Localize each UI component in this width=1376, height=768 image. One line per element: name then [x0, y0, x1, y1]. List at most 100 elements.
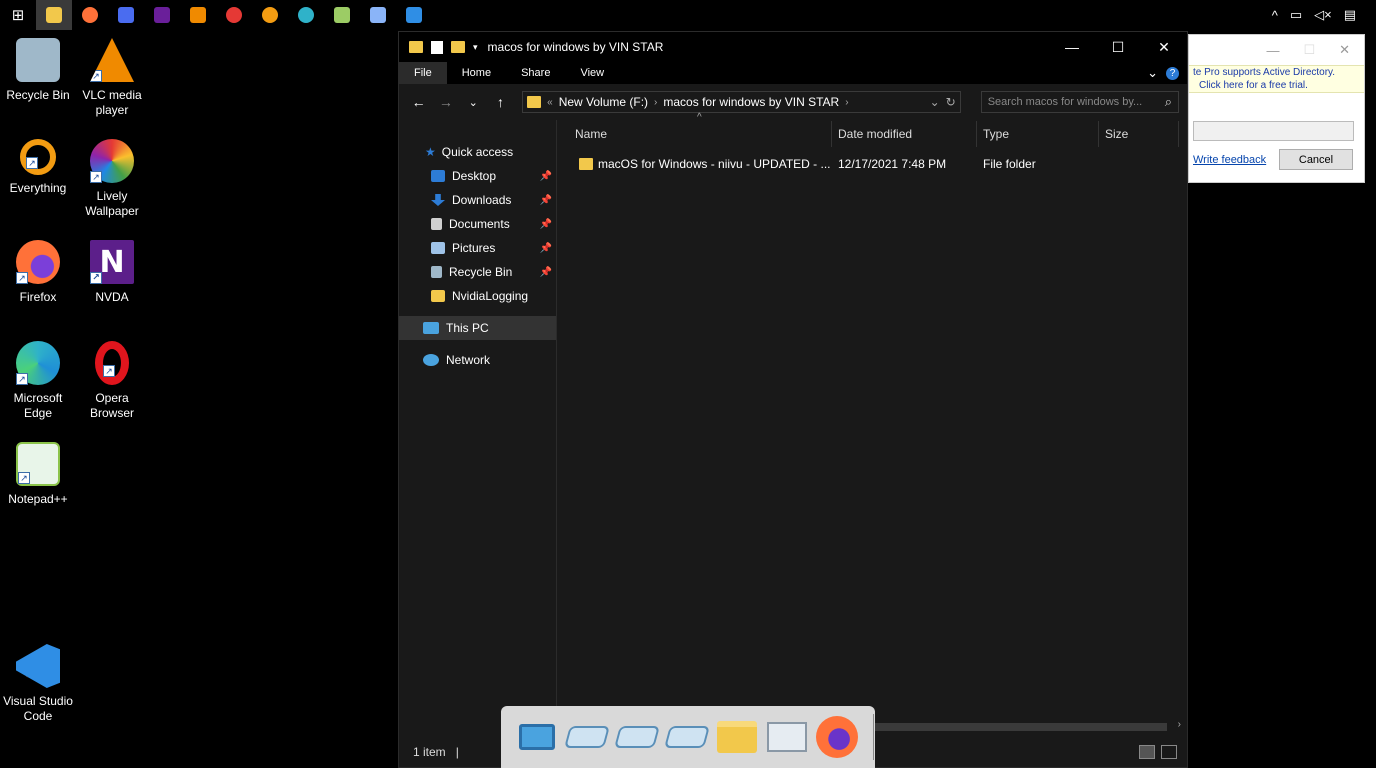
search-icon[interactable]: ⌕ [1165, 94, 1172, 110]
scroll-right-icon[interactable]: › [1178, 719, 1181, 730]
taskbar-nvda[interactable] [144, 0, 180, 30]
column-type[interactable]: Type [977, 121, 1099, 147]
dialog-title-bar[interactable]: — ☐ ✕ [1189, 35, 1364, 65]
nav-pictures[interactable]: Pictures 📌 [399, 236, 556, 260]
network-icon[interactable]: ▭ [1290, 7, 1302, 23]
pin-icon: 📌 [539, 218, 552, 230]
close-button[interactable]: ✕ [1141, 32, 1187, 62]
volume-muted-icon[interactable]: ◁× [1314, 7, 1332, 23]
file-row[interactable]: macOS for Windows - niivu - UPDATED - ..… [557, 153, 1187, 175]
drive-icon [614, 726, 660, 748]
taskbar-file-explorer[interactable] [36, 0, 72, 30]
folder-icon [527, 96, 542, 108]
taskbar-docker[interactable] [360, 0, 396, 30]
taskbar-firefox[interactable] [72, 0, 108, 30]
taskbar-vscode[interactable] [396, 0, 432, 30]
taskbar-everything[interactable] [252, 0, 288, 30]
properties-icon[interactable] [431, 40, 443, 54]
help-icon[interactable]: ? [1166, 66, 1179, 80]
tab-view[interactable]: View [565, 62, 619, 84]
column-date-modified[interactable]: Date modified [832, 121, 977, 147]
refresh-icon[interactable]: ↻ [946, 95, 956, 109]
dialog-input-field[interactable] [1193, 121, 1354, 141]
large-icons-view-icon[interactable] [1161, 745, 1177, 759]
dock-item-drive-2[interactable] [614, 715, 660, 759]
desktop-icon-lively[interactable]: ↗ Lively Wallpaper [74, 139, 150, 219]
up-button[interactable]: ↑ [489, 94, 512, 110]
desktop-icon-edge[interactable]: ↗ Microsoft Edge [0, 341, 76, 421]
taskbar-edge[interactable] [288, 0, 324, 30]
minimize-button[interactable]: — [1049, 32, 1095, 62]
tab-home[interactable]: Home [447, 62, 506, 84]
dock-item-drive-3[interactable] [664, 715, 710, 759]
tab-share[interactable]: Share [506, 62, 565, 84]
new-folder-icon[interactable] [451, 41, 465, 53]
nav-nvidialogging[interactable]: NvidiaLogging [399, 284, 556, 308]
desktop-icon-recycle-bin[interactable]: Recycle Bin [0, 38, 76, 103]
dock-item-firefox[interactable] [815, 715, 859, 759]
breadcrumb-current-folder[interactable]: macos for windows by VIN STAR [663, 95, 839, 109]
nav-network[interactable]: Network [399, 348, 556, 372]
details-view-icon[interactable] [1139, 745, 1155, 759]
address-bar[interactable]: « New Volume (F:) › macos for windows by… [522, 91, 961, 113]
search-box[interactable]: Search macos for windows by... ⌕ [980, 91, 1180, 113]
item-count: 1 item [413, 745, 446, 759]
tab-file[interactable]: File [399, 62, 447, 84]
column-name[interactable]: Name ^ [557, 112, 832, 147]
vscode-icon: ↗ [16, 644, 60, 688]
back-button[interactable]: ← [407, 94, 430, 110]
desktop-icon-vlc[interactable]: ↗ VLC media player [74, 38, 150, 118]
address-overflow[interactable]: « [547, 97, 553, 108]
expand-ribbon-icon[interactable]: ⌄ [1147, 65, 1158, 81]
recycle-bin-icon [431, 266, 442, 278]
dock-item-drive-1[interactable] [564, 715, 610, 759]
taskbar-vlc[interactable] [180, 0, 216, 30]
pin-icon: 📌 [539, 194, 552, 206]
dialog-maximize-button[interactable]: ☐ [1303, 42, 1315, 58]
nav-downloads[interactable]: Downloads 📌 [399, 188, 556, 212]
nav-desktop[interactable]: Desktop 📌 [399, 164, 556, 188]
nav-this-pc[interactable]: This PC [399, 316, 556, 340]
dock-item-display[interactable] [765, 715, 809, 759]
customize-qat-icon[interactable]: ▾ [473, 42, 478, 53]
status-separator: | [455, 745, 459, 759]
desktop-icon-nvda[interactable]: N ↗ NVDA [74, 240, 150, 305]
recent-locations-button[interactable]: ⌄ [462, 96, 485, 109]
dialog-close-button[interactable]: ✕ [1339, 42, 1350, 58]
nav-recycle-bin[interactable]: Recycle Bin 📌 [399, 260, 556, 284]
wizard-icon [118, 7, 134, 23]
vlc-icon: ↗ [90, 38, 134, 82]
desktop-icon-firefox[interactable]: ↗ Firefox [0, 240, 76, 305]
desktop-icon-vscode[interactable]: ↗ Visual Studio Code [0, 644, 76, 724]
column-size[interactable]: Size [1099, 121, 1179, 147]
forward-button[interactable]: → [434, 94, 457, 110]
nav-label: Downloads [452, 193, 512, 207]
chevron-up-icon[interactable]: ^ [1272, 8, 1278, 23]
folder-icon [409, 41, 423, 53]
title-bar[interactable]: ▾ macos for windows by VIN STAR — ☐ ✕ [399, 32, 1187, 62]
dialog-minimize-button[interactable]: — [1266, 43, 1279, 58]
cancel-button[interactable]: Cancel [1279, 149, 1353, 170]
taskbar-notepadpp[interactable] [324, 0, 360, 30]
nav-documents[interactable]: Documents 📌 [399, 212, 556, 236]
taskbar-lively[interactable] [216, 0, 252, 30]
shortcut-arrow-icon: ↗ [18, 472, 30, 484]
breadcrumb-separator[interactable]: › [654, 97, 657, 108]
start-button[interactable]: ⊞ [0, 0, 36, 30]
address-dropdown-icon[interactable]: ⌄ [930, 95, 940, 109]
screen-icon [767, 722, 807, 752]
dock-item-folder[interactable] [715, 715, 759, 759]
info-banner[interactable]: te Pro supports Active Directory. Click … [1189, 65, 1364, 93]
breadcrumb-new-volume[interactable]: New Volume (F:) [559, 95, 648, 109]
breadcrumb-separator[interactable]: › [845, 97, 848, 108]
desktop-icon-opera[interactable]: ↗ Opera Browser [74, 341, 150, 421]
maximize-button[interactable]: ☐ [1095, 32, 1141, 62]
nav-quick-access[interactable]: ★ Quick access [399, 140, 556, 164]
write-feedback-link[interactable]: Write feedback [1193, 154, 1266, 166]
taskbar-wizard[interactable] [108, 0, 144, 30]
notifications-icon[interactable]: ▤ [1344, 7, 1356, 23]
desktop-icon-notepadpp[interactable]: ↗ Notepad++ [0, 442, 76, 507]
desktop-icon-everything[interactable]: ↗ Everything [0, 139, 76, 196]
lively-icon: ↗ [90, 139, 134, 183]
dock-item-computer[interactable] [515, 715, 559, 759]
